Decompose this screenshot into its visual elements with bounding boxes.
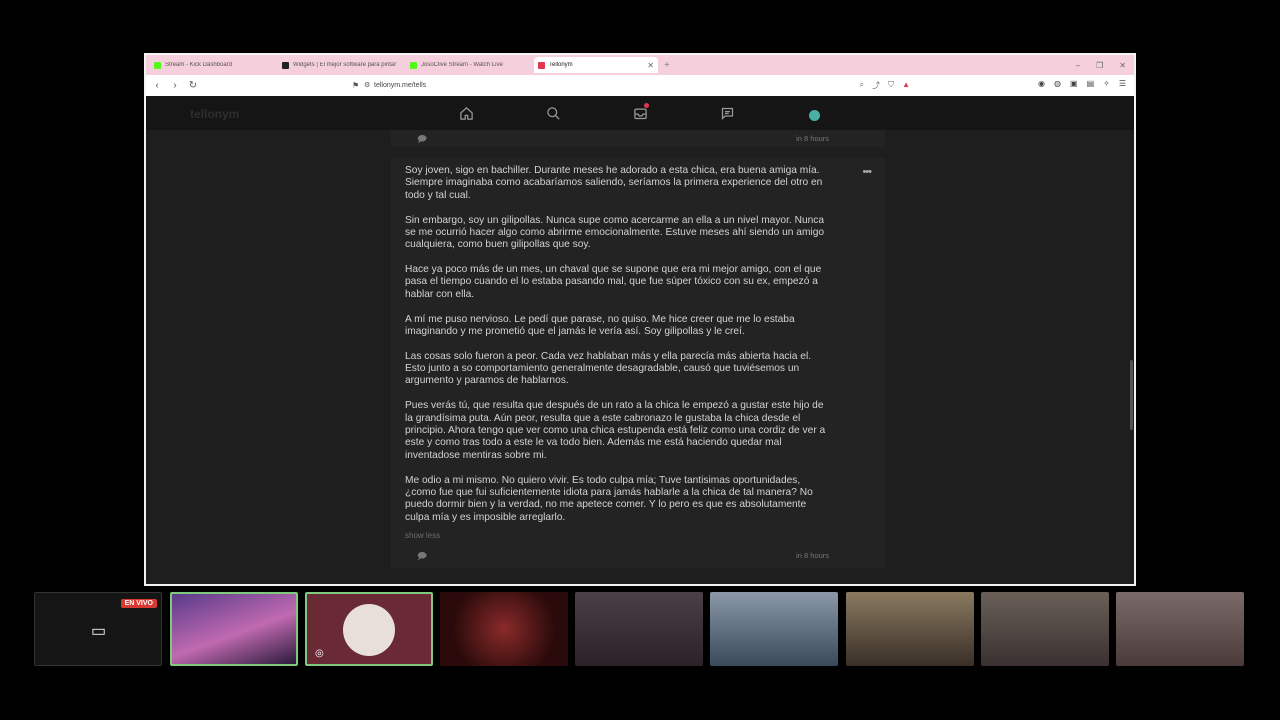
- address-bar-row: ‹ › ↻ ⚑ ⚙ tellonym.me/tells ⌕ ⤴ ⛉ ▲ ◉ ◍ …: [146, 75, 1134, 96]
- cam-anime-avatar: [440, 592, 568, 666]
- reload-icon[interactable]: ↻: [186, 80, 200, 91]
- tell-paragraph: Soy joven, sigo en bachiller. Durante me…: [405, 165, 823, 201]
- screen-share-cam: EN VIVO ▭: [34, 592, 162, 666]
- shield-icon[interactable]: ⛉: [888, 80, 894, 91]
- restore-icon[interactable]: ❐: [1096, 61, 1103, 70]
- kick-icon: [410, 61, 417, 69]
- tell-paragraph: Las cosas solo fueron a peor. Cada vez h…: [405, 350, 812, 387]
- notification-dot: [644, 103, 649, 108]
- feed-icon[interactable]: [717, 104, 737, 122]
- tab-stream[interactable]: JosoClive Stream - Watch Live: [406, 57, 530, 73]
- menu-icon[interactable]: ☰: [1119, 79, 1126, 88]
- monitor-icon: ▭: [91, 623, 107, 640]
- tell-paragraph: A mí me puso nervioso. Le pedí que paras…: [405, 313, 795, 337]
- cam-glasses: [575, 592, 703, 666]
- inbox-icon[interactable]: [630, 103, 650, 122]
- kick-icon: [154, 61, 161, 69]
- search-icon[interactable]: [543, 104, 563, 122]
- chat-icon[interactable]: ◍: [1054, 79, 1061, 88]
- comment-icon[interactable]: 🗩: [417, 549, 427, 565]
- mic-muted-icon: ◎: [315, 648, 324, 659]
- previous-tell-card: 🗩 in 8 hours: [391, 130, 885, 147]
- new-tab-icon[interactable]: +: [664, 60, 670, 71]
- wallet-icon[interactable]: ▤: [1087, 79, 1095, 88]
- more-options-icon[interactable]: •••: [862, 166, 872, 178]
- cam-headphones: [981, 592, 1109, 666]
- tab-bar: Stream - Kick Dashboard Widgets | El mej…: [146, 55, 1134, 75]
- bookmark-icon[interactable]: ⚑: [352, 81, 359, 90]
- zoom-icon[interactable]: ⌕: [860, 80, 864, 91]
- tab-kick-dashboard[interactable]: Stream - Kick Dashboard: [150, 57, 274, 73]
- url-text: tellonym.me/tells: [374, 81, 427, 89]
- cam-room: [846, 592, 974, 666]
- browser-window: Stream - Kick Dashboard Widgets | El mej…: [144, 53, 1136, 586]
- github-icon: [282, 61, 289, 69]
- back-icon[interactable]: ‹: [150, 80, 164, 91]
- site-logo[interactable]: tellonym: [190, 107, 239, 121]
- tell-paragraph: Sin embargo, soy un gilipollas. Nunca su…: [405, 214, 825, 251]
- cam-redhair: [1116, 592, 1244, 666]
- profile-avatar[interactable]: [804, 104, 824, 122]
- show-less-link[interactable]: show less: [405, 531, 440, 540]
- tab-tellonym[interactable]: Tellonym ✕: [534, 57, 658, 73]
- share-icon[interactable]: ⤴: [872, 80, 880, 91]
- minimize-icon[interactable]: –: [1076, 61, 1080, 70]
- comment-icon[interactable]: 🗩: [417, 132, 427, 148]
- tab-widgets[interactable]: Widgets | El mejor software para pintar: [278, 57, 402, 73]
- tell-paragraph: Me odio a mi mismo. No quiero vivir. Es …: [405, 474, 813, 523]
- close-window-icon[interactable]: ✕: [1119, 61, 1126, 70]
- close-tab-icon[interactable]: ✕: [647, 61, 654, 70]
- cam-logo-avatar: ◎: [305, 592, 433, 666]
- cam-streamer-pink: [170, 592, 298, 666]
- ai-icon[interactable]: ✧: [1103, 79, 1110, 88]
- tell-paragraph: Hace ya poco más de un mes, un chaval qu…: [405, 264, 822, 300]
- sidebar-icon[interactable]: ▣: [1070, 79, 1078, 88]
- site-header: tellonym: [146, 96, 1134, 130]
- tell-time: in 8 hours: [796, 134, 829, 143]
- cam-headset: [710, 592, 838, 666]
- home-icon[interactable]: [456, 104, 476, 122]
- extension-icon[interactable]: ◉: [1038, 79, 1045, 88]
- forward-icon[interactable]: ›: [168, 80, 182, 91]
- site-info-icon[interactable]: ⚙: [364, 81, 370, 89]
- logo-avatar-icon: [343, 604, 395, 656]
- avatar: [808, 109, 820, 121]
- tell-text: Soy joven, sigo en bachiller. Durante me…: [405, 165, 829, 536]
- url-bar[interactable]: ⚑ ⚙ tellonym.me/tells ⌕ ⤴ ⛉ ▲: [346, 77, 918, 93]
- tell-card: ••• Soy joven, sigo en bachiller. Durant…: [391, 158, 885, 568]
- tellonym-icon: [538, 61, 545, 69]
- tell-paragraph: Pues verás tú, que resulta que después d…: [405, 400, 826, 461]
- feed-area: 🗩 in 8 hours ••• Soy joven, sigo en bach…: [146, 130, 1134, 584]
- rewards-icon[interactable]: ▲: [902, 80, 910, 91]
- live-badge: EN VIVO: [120, 599, 157, 608]
- scrollbar[interactable]: [1130, 360, 1133, 430]
- tell-time: in 8 hours: [796, 551, 829, 560]
